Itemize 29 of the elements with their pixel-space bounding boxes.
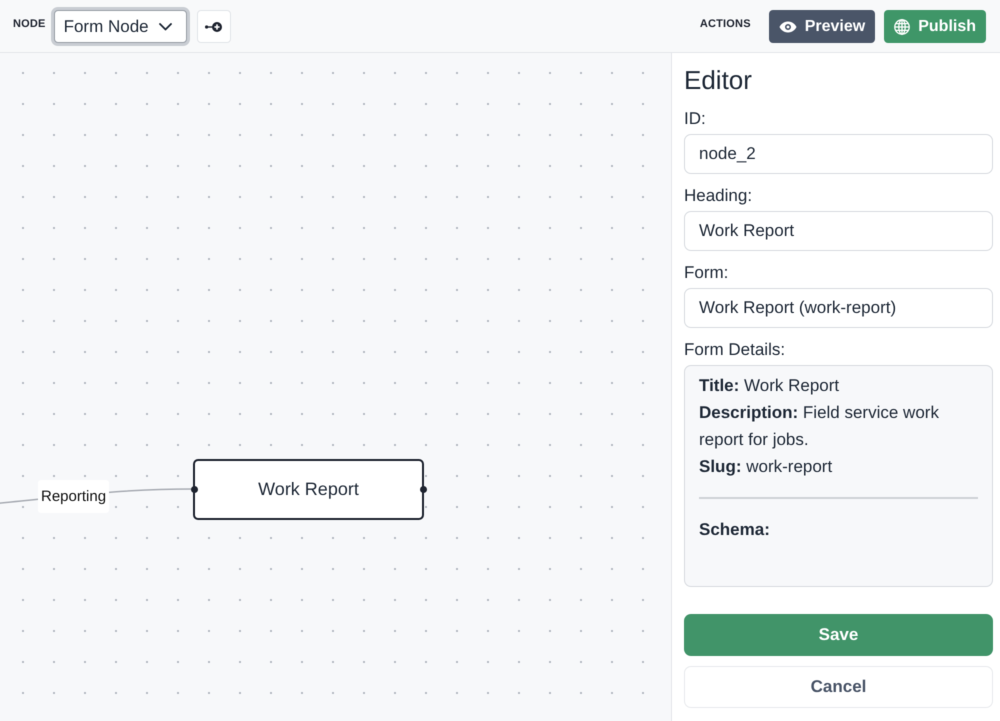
preview-button[interactable]: Preview [768,10,876,43]
chevron-down-icon [158,22,172,30]
add-node-button[interactable] [196,10,231,43]
schema-label: Schema: [699,519,771,541]
text-field[interactable]: node_2 [684,134,993,174]
handle-icon[interactable] [420,486,426,493]
cancel-button[interactable]: Cancel [684,666,993,708]
node-type-select[interactable]: Form Node [54,10,187,43]
field-label: Heading: [684,185,754,207]
dot-plus-icon [205,22,222,32]
text-field[interactable]: Work Report [684,211,993,251]
text-field[interactable]: Work Report (work-report) [684,288,993,328]
node-label: Work Report [258,478,359,501]
save-button[interactable]: Save [684,614,993,656]
field-label: Form Details: [684,339,786,361]
flow-node[interactable]: Work Report [193,459,424,520]
globe-icon [894,18,910,34]
node-label: NODE [13,17,46,32]
edge-label: Reporting [38,480,110,513]
detail-text: Title: Work Report [699,375,840,397]
handle-icon[interactable] [190,486,198,493]
panel-title: Editor [684,65,753,96]
detail-text: Description: Field service work report for jobs. [699,402,940,451]
detail-text: Slug: work-report [699,456,834,478]
field-label: Form: [684,262,730,284]
field-label: ID: [684,108,707,130]
publish-button[interactable]: Publish [884,10,986,43]
actions-label: ACTIONS [700,17,751,32]
eye-icon [778,20,797,32]
